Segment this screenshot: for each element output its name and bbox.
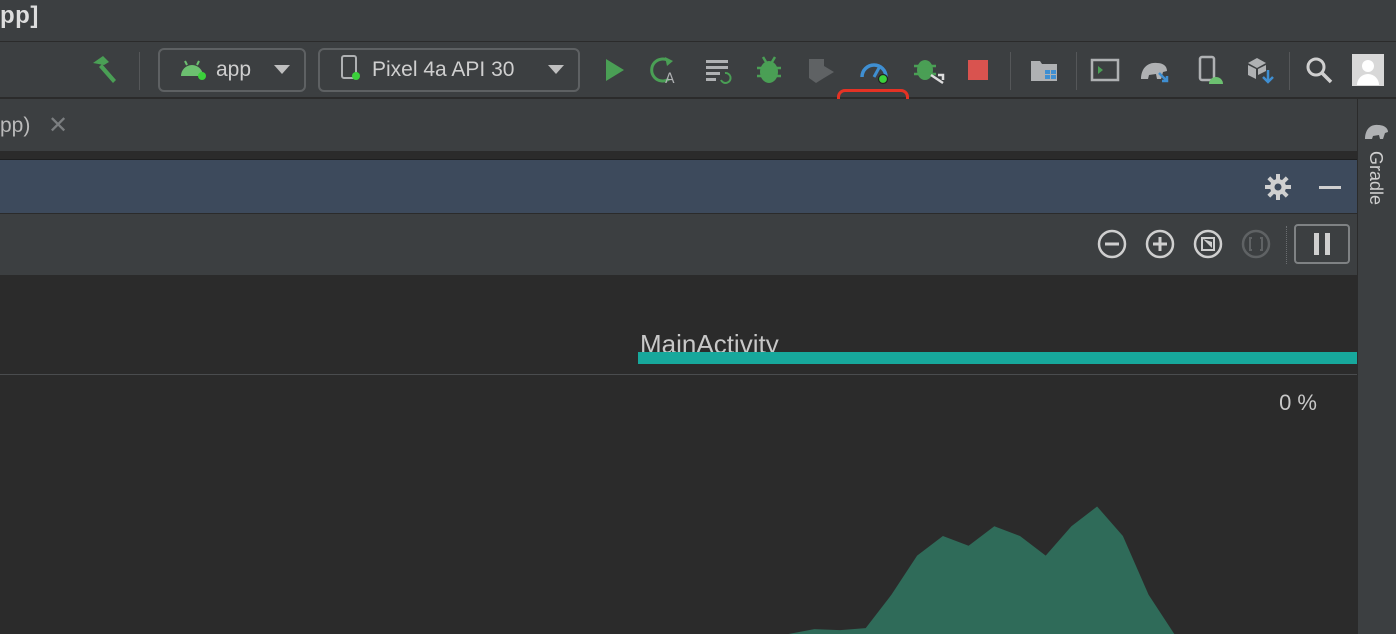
zoom-to-selection-icon[interactable] [1240, 228, 1272, 260]
terminal-icon[interactable] [1085, 50, 1125, 90]
activity-timeline: MainActivity [0, 275, 1357, 375]
module-selector[interactable]: app [158, 48, 306, 92]
pause-icon [1314, 233, 1330, 255]
sdk-manager-icon[interactable] [1240, 50, 1280, 90]
apply-code-changes-icon[interactable] [698, 50, 738, 90]
close-icon[interactable]: ✕ [48, 111, 68, 140]
attach-debugger-icon[interactable] [908, 50, 948, 90]
profiler-icon[interactable] [854, 50, 894, 90]
sync-gradle-icon[interactable] [1135, 50, 1175, 90]
module-label: app [216, 58, 252, 81]
device-icon [338, 54, 362, 87]
gradle-elephant-icon[interactable] [1363, 119, 1391, 148]
project-structure-icon[interactable] [1024, 50, 1064, 90]
toolbar-separator [1289, 52, 1290, 90]
stop-icon[interactable] [958, 50, 998, 90]
reset-zoom-icon[interactable] [1192, 228, 1224, 260]
debug-icon[interactable] [749, 50, 789, 90]
profiler-controls [0, 213, 1357, 275]
zoom-out-icon[interactable] [1096, 228, 1128, 260]
coverage-icon[interactable] [800, 50, 840, 90]
hammer-icon[interactable] [84, 50, 124, 90]
cpu-chart[interactable]: 0 % [0, 376, 1357, 634]
minimize-icon[interactable] [1315, 172, 1345, 202]
window-titlebar: pp] [0, 0, 1396, 42]
chevron-down-icon [548, 65, 564, 74]
activity-bar[interactable] [638, 352, 1357, 364]
tab-divider [0, 151, 1357, 155]
svg-text:A: A [665, 71, 675, 87]
cpu-usage-area [660, 506, 1200, 634]
avatar[interactable] [1348, 50, 1388, 90]
device-manager-icon[interactable] [1189, 50, 1229, 90]
editor-tab-bar: pp) ✕ [0, 99, 1357, 155]
controls-separator [1286, 226, 1287, 264]
gradle-tab[interactable]: Gradle [1365, 151, 1386, 205]
device-label: Pixel 4a API 30 [372, 58, 515, 81]
pause-button[interactable] [1294, 224, 1350, 264]
toolbar-separator [1076, 52, 1077, 90]
window-title: pp] [0, 2, 39, 29]
run-icon[interactable] [594, 50, 634, 90]
tab-label[interactable]: pp) [0, 114, 30, 138]
main-toolbar: app Pixel 4a API 30 A [0, 42, 1396, 143]
apply-changes-icon[interactable]: A [644, 50, 684, 90]
right-tool-window-bar: Gradle [1357, 99, 1396, 634]
device-selector[interactable]: Pixel 4a API 30 [318, 48, 580, 92]
gear-icon[interactable] [1263, 172, 1293, 202]
chart-svg [660, 506, 1200, 634]
zoom-in-icon[interactable] [1144, 228, 1176, 260]
toolbar-separator [139, 52, 140, 90]
android-icon [178, 56, 206, 85]
profiler-panel-header [0, 159, 1357, 213]
search-icon[interactable] [1299, 50, 1339, 90]
toolbar-separator [1010, 52, 1011, 90]
chevron-down-icon [274, 65, 290, 74]
